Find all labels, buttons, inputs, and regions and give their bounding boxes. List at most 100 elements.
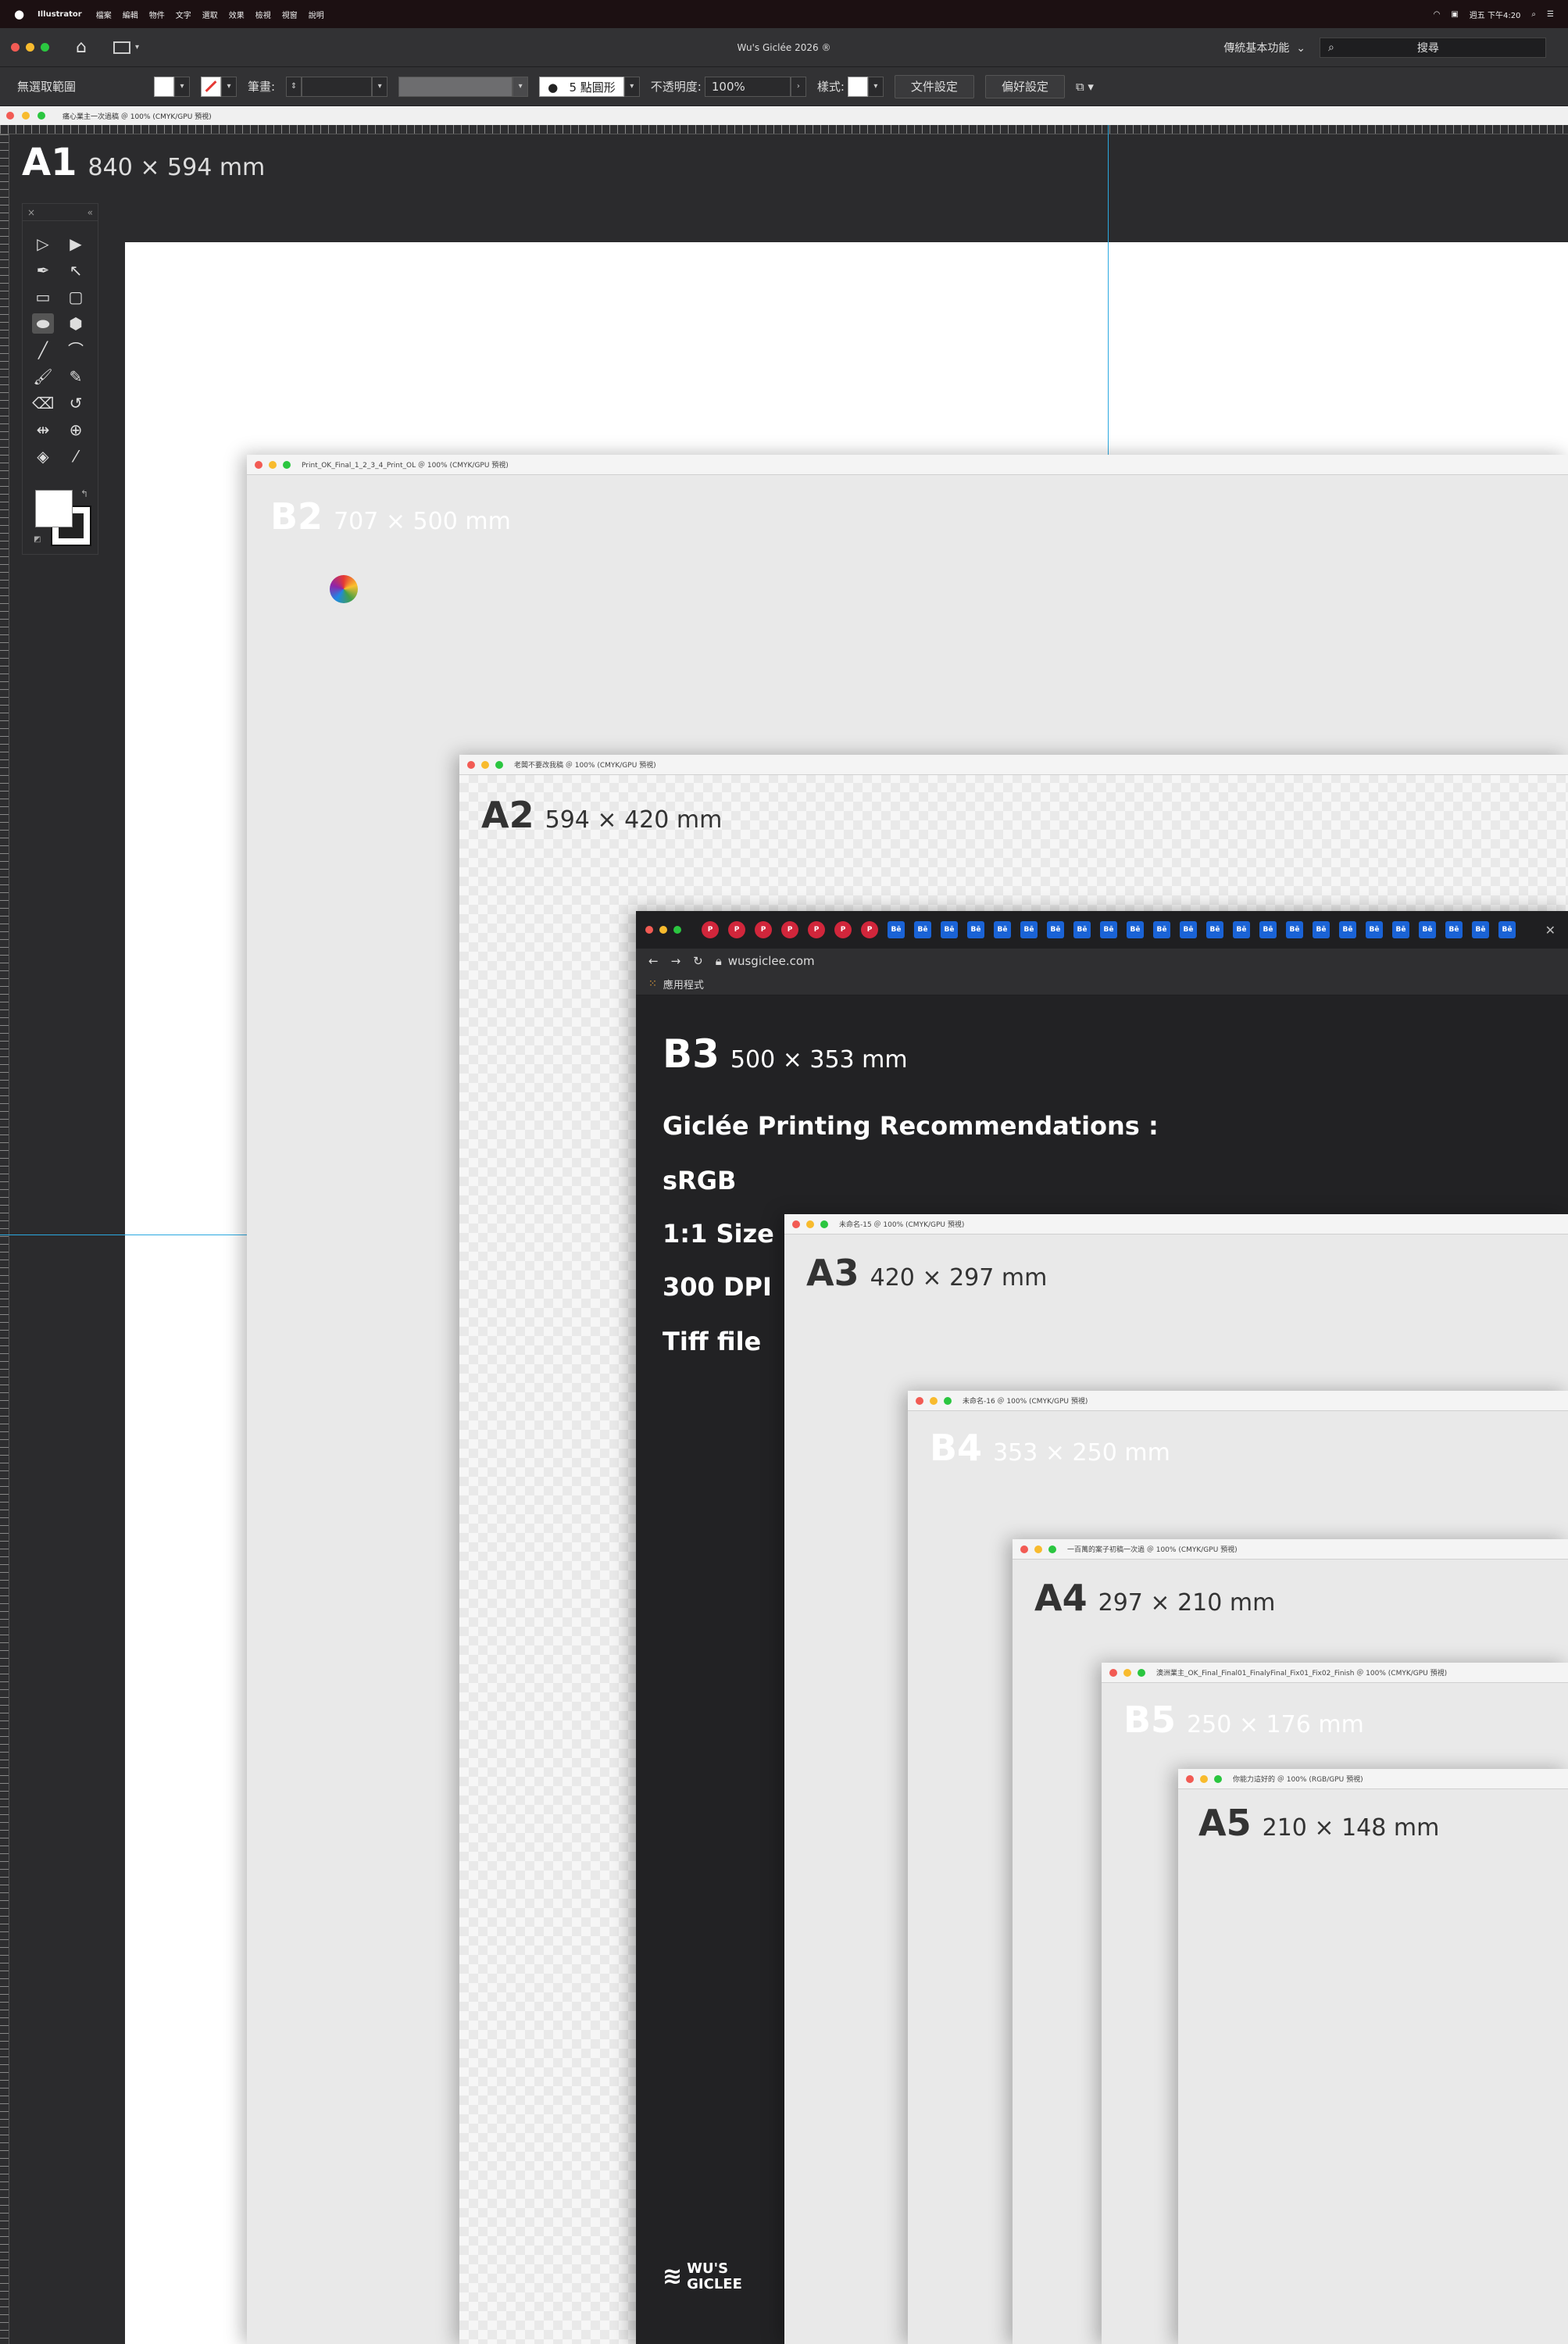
pinterest-tab-icon[interactable]: P <box>861 921 878 938</box>
minimize-doc-button[interactable] <box>930 1396 938 1405</box>
behance-tab-icon[interactable]: Bē <box>1020 921 1038 938</box>
behance-tab-icon[interactable]: Bē <box>1073 921 1091 938</box>
behance-tab-icon[interactable]: Bē <box>1366 921 1383 938</box>
forward-icon[interactable]: → <box>671 954 681 968</box>
behance-tab-icon[interactable]: Bē <box>888 921 905 938</box>
direct-selection-tool-icon[interactable]: ▶ <box>65 234 87 254</box>
close-doc-button[interactable] <box>792 1220 800 1228</box>
swap-colors-icon[interactable]: ↰ <box>80 488 88 499</box>
collapse-icon[interactable]: « <box>88 207 93 218</box>
menu-effect[interactable]: 效果 <box>229 9 245 20</box>
vertical-guide[interactable] <box>1108 125 1109 455</box>
minimize-window-button[interactable] <box>659 926 667 934</box>
behance-tab-icon[interactable]: Bē <box>1392 921 1409 938</box>
paintbrush-tool-icon[interactable]: 🖌 <box>32 366 54 387</box>
chevron-down-icon[interactable]: ▾ <box>623 76 640 97</box>
live-paint-tool-icon[interactable]: ◈ <box>32 446 54 466</box>
polygon-tool-icon[interactable]: ⬢ <box>65 313 87 334</box>
address-bar[interactable]: wusgiclee.com <box>728 954 815 968</box>
bookmark-apps[interactable]: 應用程式 <box>663 977 704 992</box>
close-doc-button[interactable] <box>467 760 475 769</box>
close-doc-button[interactable] <box>916 1396 923 1405</box>
spotlight-icon[interactable]: ⌕ <box>1531 10 1536 19</box>
arc-tool-icon[interactable]: ⌒ <box>65 340 87 360</box>
behance-tab-icon[interactable]: Bē <box>994 921 1011 938</box>
behance-tab-icon[interactable]: Bē <box>914 921 931 938</box>
behance-tab-icon[interactable]: Bē <box>1153 921 1170 938</box>
shape-builder-tool-icon[interactable]: ⊕ <box>65 420 87 440</box>
behance-tab-icon[interactable]: Bē <box>1127 921 1144 938</box>
help-search-field[interactable]: ⌕ 搜尋 <box>1320 37 1546 58</box>
behance-tab-icon[interactable]: Bē <box>1472 921 1489 938</box>
ellipse-tool-icon[interactable]: ⬬ <box>32 313 54 334</box>
eraser-tool-icon[interactable]: ⌫ <box>32 393 54 413</box>
menu-edit[interactable]: 編輯 <box>123 9 138 20</box>
behance-tab-icon[interactable]: Bē <box>1259 921 1277 938</box>
chevron-down-icon[interactable]: ▾ <box>867 76 884 97</box>
fill-color-box[interactable] <box>35 490 73 527</box>
arrange-documents-icon[interactable] <box>113 41 130 54</box>
menu-view[interactable]: 檢視 <box>255 9 271 20</box>
menu-object[interactable]: 物件 <box>149 9 165 20</box>
window-a5-titlebar[interactable]: 你能力這好的 ＠ 100% (RGB/GPU 預視) <box>1178 1769 1568 1789</box>
behance-tab-icon[interactable]: Bē <box>1047 921 1064 938</box>
menu-select[interactable]: 選取 <box>202 9 218 20</box>
arrange-icon[interactable]: ⧉ ▾ <box>1076 80 1094 94</box>
chevron-down-icon[interactable]: ▾ <box>135 43 139 52</box>
menu-type[interactable]: 文字 <box>176 9 191 20</box>
graphic-style-control[interactable]: ▾ <box>847 76 884 97</box>
behance-tab-icon[interactable]: Bē <box>1419 921 1436 938</box>
line-tool-icon[interactable]: ╱ <box>32 340 54 360</box>
minimize-doc-button[interactable] <box>269 460 277 469</box>
behance-tab-icon[interactable]: Bē <box>1313 921 1330 938</box>
stroke-weight-control[interactable]: ⇕ ▾ <box>286 76 388 97</box>
behance-tab-icon[interactable]: Bē <box>1180 921 1197 938</box>
menu-window[interactable]: 視窗 <box>282 9 298 20</box>
zoom-doc-button[interactable] <box>1214 1774 1222 1783</box>
stroke-none-swatch[interactable] <box>201 76 222 97</box>
chevron-down-icon[interactable]: ▾ <box>174 76 191 97</box>
behance-tab-icon[interactable]: Bē <box>1445 921 1463 938</box>
eyedropper-tool-icon[interactable]: ⁄ <box>65 446 87 466</box>
stroke-weight-input[interactable] <box>302 76 373 97</box>
minimize-doc-button[interactable] <box>1123 1668 1131 1677</box>
menu-app-name[interactable]: Illustrator <box>38 10 82 19</box>
minimize-doc-button[interactable] <box>1200 1774 1208 1783</box>
behance-tab-icon[interactable]: Bē <box>967 921 984 938</box>
input-source-icon[interactable]: ▣ <box>1451 10 1458 19</box>
pinterest-tab-icon[interactable]: P <box>781 921 798 938</box>
reflect-tool-icon[interactable]: ⇹ <box>32 420 54 440</box>
pen-tool-icon[interactable]: ✒ <box>32 260 54 280</box>
preferences-button[interactable]: 偏好設定 <box>984 74 1065 98</box>
wifi-icon[interactable]: ◠ <box>1434 10 1441 19</box>
apple-icon[interactable]: ● <box>14 8 25 20</box>
rectangle-frame-tool-icon[interactable]: ▭ <box>32 287 54 307</box>
reload-icon[interactable]: ↻ <box>693 954 703 968</box>
window-a2-titlebar[interactable]: 老闆不要改我稿 ＠ 100% (CMYK/GPU 預視) <box>459 755 1568 775</box>
width-profile-field[interactable] <box>398 76 513 97</box>
pencil-tool-icon[interactable]: ✎ <box>65 366 87 387</box>
zoom-window-button[interactable] <box>673 926 681 934</box>
close-doc-button[interactable] <box>255 460 263 469</box>
horizontal-ruler[interactable] <box>0 125 1568 134</box>
window-b2-titlebar[interactable]: Print_OK_Final_1_2_3_4_Print_OL ＠ 100% (… <box>247 455 1568 475</box>
zoom-window-button[interactable] <box>41 43 49 52</box>
zoom-doc-button[interactable] <box>38 112 45 120</box>
back-icon[interactable]: ← <box>648 954 659 968</box>
wus-giclee-logo[interactable]: ≋ WU'S GICLEE <box>663 2261 742 2292</box>
home-icon[interactable]: ⌂ <box>76 38 96 56</box>
close-tab-icon[interactable]: ✕ <box>1545 923 1555 938</box>
behance-tab-icon[interactable]: Bē <box>1339 921 1356 938</box>
window-b5-titlebar[interactable]: 澳洲業主_OK_Final_Final01_FinalyFinal_Fix01_… <box>1102 1663 1568 1683</box>
menu-help[interactable]: 說明 <box>309 9 324 20</box>
chevron-right-icon[interactable]: › <box>790 76 806 97</box>
behance-tab-icon[interactable]: Bē <box>1206 921 1223 938</box>
variable-width-profile[interactable]: ▾ <box>398 76 529 97</box>
window-b4-titlebar[interactable]: 未命名-16 ＠ 100% (CMYK/GPU 預視) <box>908 1391 1568 1411</box>
minimize-doc-button[interactable] <box>806 1220 814 1228</box>
close-doc-button[interactable] <box>1020 1545 1028 1553</box>
close-window-button[interactable] <box>645 926 653 934</box>
fill-swatch[interactable] <box>154 76 175 97</box>
close-doc-button[interactable] <box>6 112 14 120</box>
pinterest-tab-icon[interactable]: P <box>728 921 745 938</box>
